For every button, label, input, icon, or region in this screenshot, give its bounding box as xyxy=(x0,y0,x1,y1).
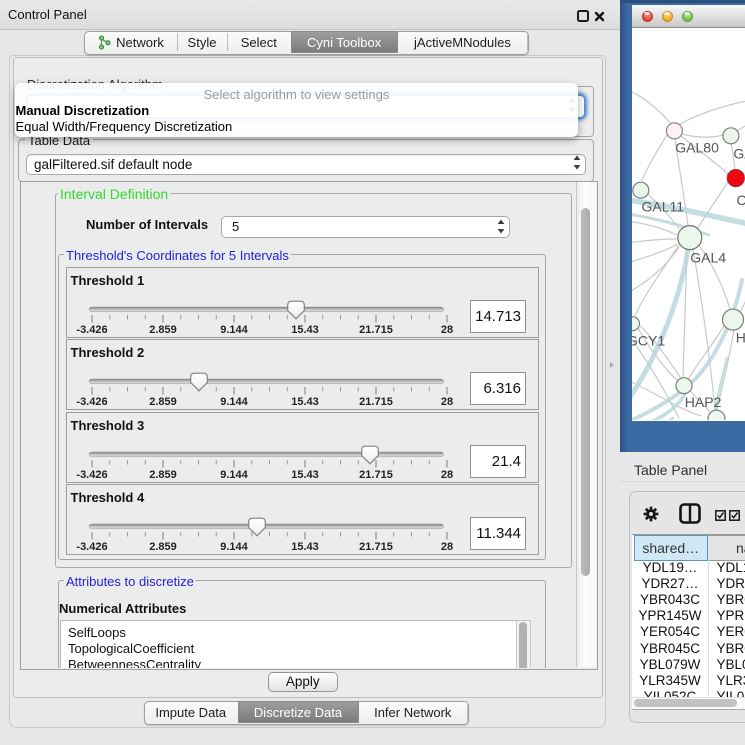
svg-text:9.144: 9.144 xyxy=(220,396,248,408)
svg-text:H: H xyxy=(736,330,745,346)
svg-text:21.715: 21.715 xyxy=(359,324,393,336)
svg-text:9.144: 9.144 xyxy=(220,324,248,336)
svg-text:CD: CD xyxy=(737,192,745,208)
svg-text:21.715: 21.715 xyxy=(359,396,393,408)
svg-text:28: 28 xyxy=(441,396,453,408)
svg-text:28: 28 xyxy=(441,469,453,481)
svg-text:28: 28 xyxy=(441,324,453,336)
svg-text:HAP2: HAP2 xyxy=(685,394,722,410)
svg-text:-3.426: -3.426 xyxy=(76,396,107,408)
svg-text:28: 28 xyxy=(441,541,453,553)
svg-text:15.43: 15.43 xyxy=(291,541,319,553)
svg-text:GAL11: GAL11 xyxy=(642,199,685,215)
svg-text:2.859: 2.859 xyxy=(149,396,177,408)
svg-text:15.43: 15.43 xyxy=(291,469,319,481)
svg-text:-3.426: -3.426 xyxy=(76,469,107,481)
svg-text:2.859: 2.859 xyxy=(149,324,177,336)
svg-text:GCY1: GCY1 xyxy=(632,332,665,348)
svg-text:21.715: 21.715 xyxy=(359,469,393,481)
svg-text:-3.426: -3.426 xyxy=(76,324,107,336)
svg-text:2.859: 2.859 xyxy=(149,541,177,553)
svg-text:GA: GA xyxy=(733,145,745,161)
svg-text:-3.426: -3.426 xyxy=(76,541,107,553)
svg-text:GAL4: GAL4 xyxy=(690,250,726,266)
svg-text:9.144: 9.144 xyxy=(220,541,248,553)
svg-text:GAL80: GAL80 xyxy=(675,139,719,155)
svg-text:21.715: 21.715 xyxy=(359,541,393,553)
svg-text:15.43: 15.43 xyxy=(291,396,319,408)
svg-text:15.43: 15.43 xyxy=(291,324,319,336)
svg-text:9.144: 9.144 xyxy=(220,469,248,481)
svg-text:2.859: 2.859 xyxy=(149,469,177,481)
